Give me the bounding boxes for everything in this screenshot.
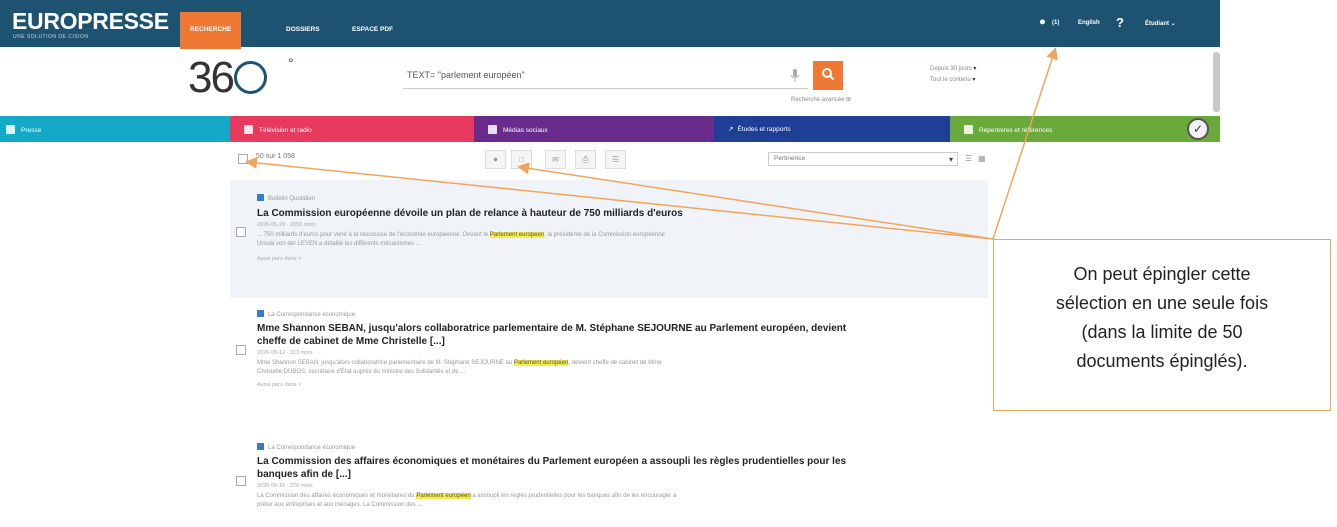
arrow-to-select-all: [245, 156, 994, 240]
callout-line: On peut épingler cette: [1073, 264, 1251, 284]
annotation-callout: On peut épingler cette sélection en une …: [993, 239, 1331, 411]
callout-line: documents épinglés).: [1076, 351, 1248, 371]
callout-line: (dans la limite de 50: [1081, 322, 1243, 342]
arrow-to-pin-counter: [992, 47, 1058, 240]
arrow-to-pin-button: [517, 162, 994, 240]
callout-line: sélection en une seule fois: [1055, 293, 1269, 313]
